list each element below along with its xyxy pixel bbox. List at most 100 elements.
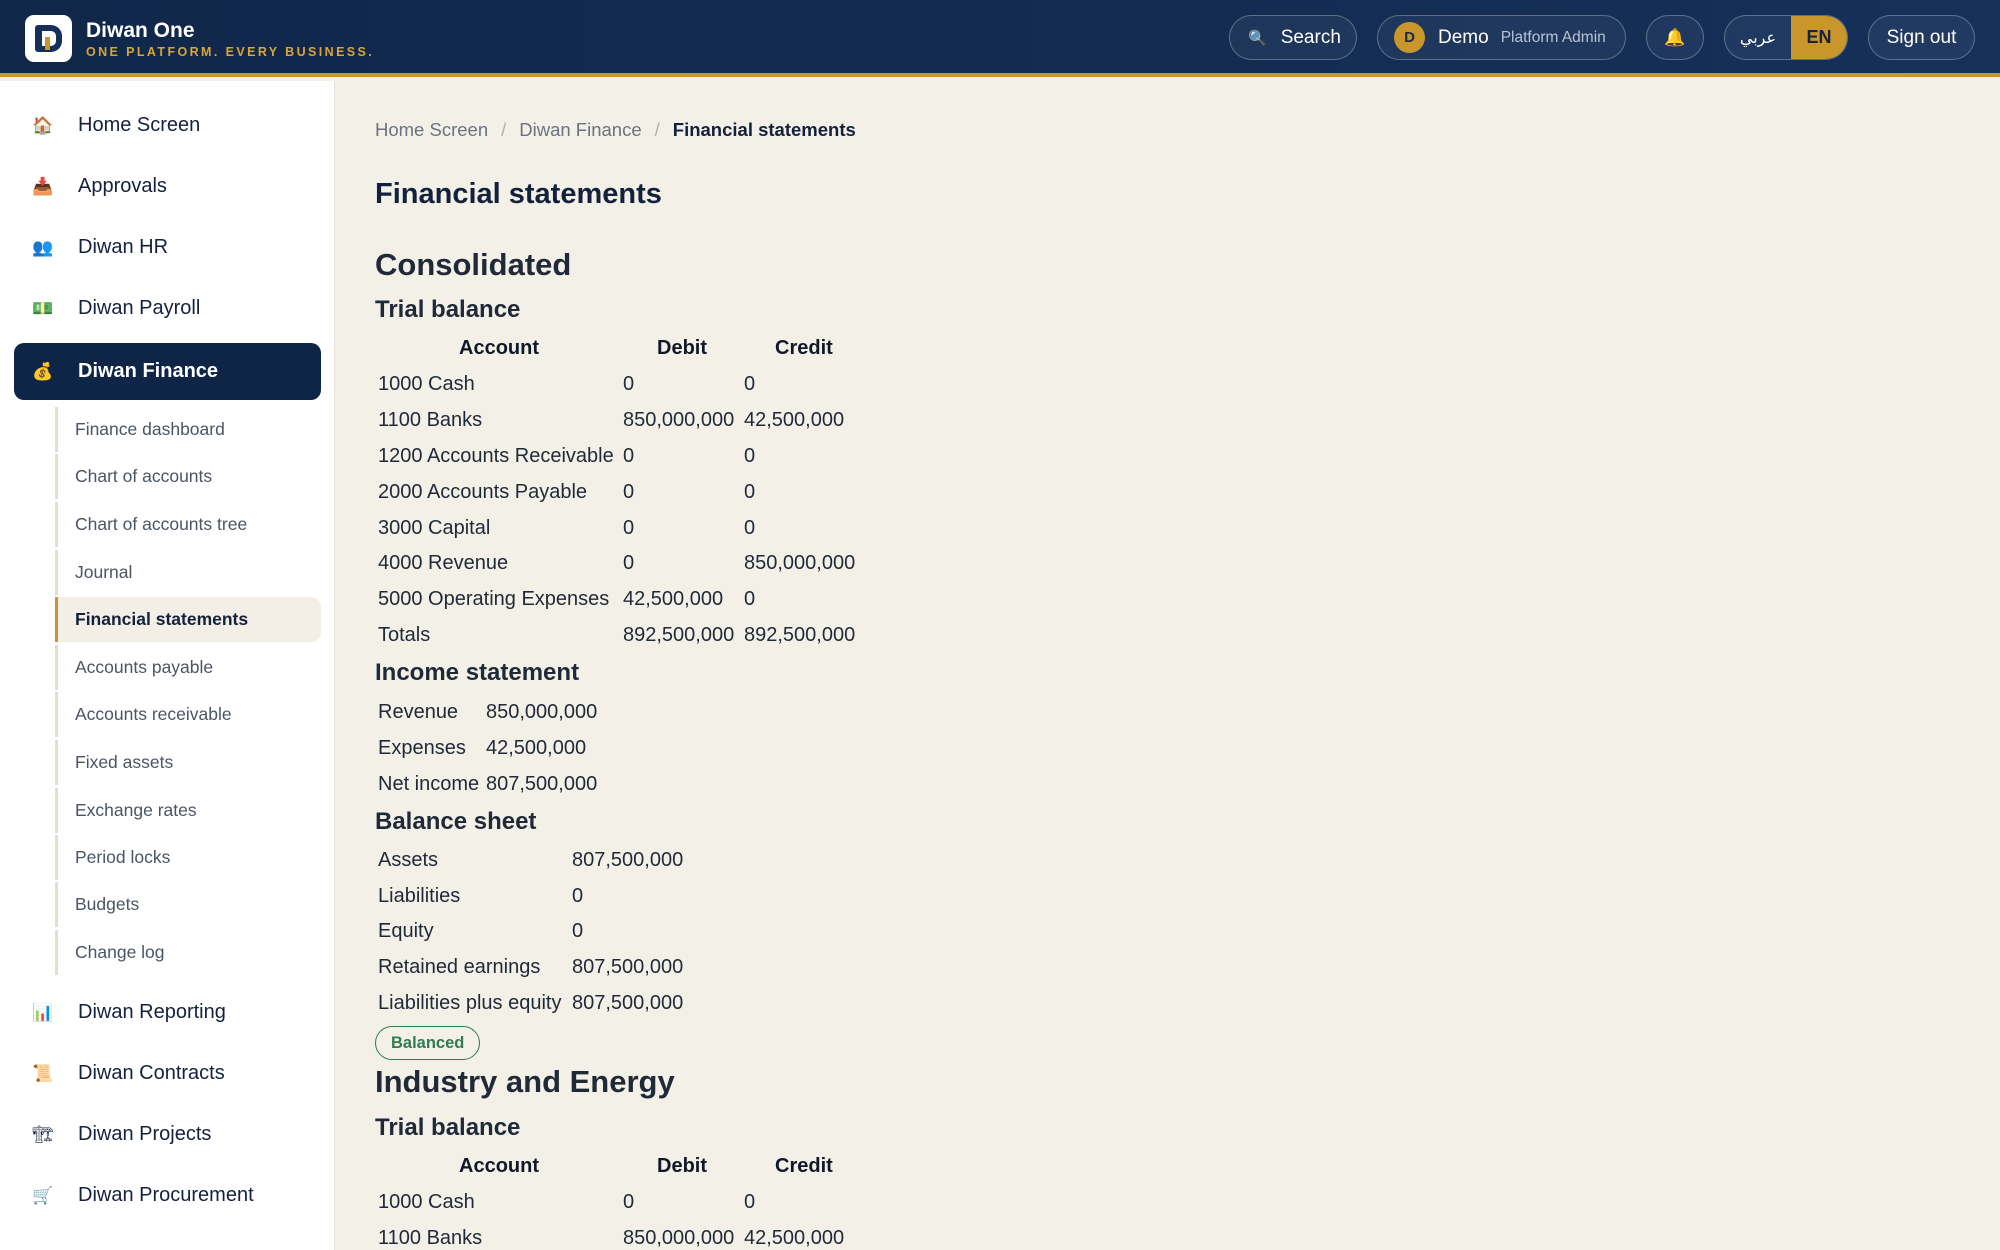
user-role: Platform Admin [1500,28,1606,46]
sidebar: 🏠 Home Screen 📥 Approvals 👥 Diwan HR 💵 D… [0,81,335,1250]
account-cell: 4000 Revenue [378,552,509,574]
balance-label: Liabilities plus equity [378,992,562,1014]
account-cell: 1200 Accounts Receivable [378,445,614,467]
page-title: Financial statements [375,178,662,210]
logo-icon [25,15,72,62]
user-menu[interactable]: D Demo Platform Admin [1377,15,1626,60]
avatar: D [1394,22,1425,53]
people-icon: 👥 [32,237,54,257]
user-name: Demo [1438,26,1489,48]
credit-cell: 0 [744,373,756,395]
brand[interactable]: Diwan One ONE PLATFORM. EVERY BUSINESS. [25,15,374,62]
scroll-icon: 📜 [32,1063,54,1083]
sidebar-item-projects[interactable]: 🏗 Diwan Projects [14,1106,321,1163]
sidebar-item-hr[interactable]: 👥 Diwan HR [14,219,321,276]
sidebar-item-label: Approvals [78,175,167,197]
income-label: Net income [378,773,480,795]
credit-cell: 0 [744,445,756,467]
balance-value: 0 [572,920,584,942]
income-statement-title: Income statement [375,659,580,686]
subnav-finance-dashboard[interactable]: Finance dashboard [55,407,321,452]
trial-balance-title: Trial balance [375,296,521,323]
sidebar-item-payroll[interactable]: 💵 Diwan Payroll [14,280,321,337]
credit-cell: 0 [744,481,756,503]
subnav-journal[interactable]: Journal [55,550,321,595]
debit-cell: 0 [623,373,635,395]
bar-chart-icon: 📊 [32,1002,54,1022]
debit-cell: 850,000,000 [623,409,735,431]
subnav-exchange-rates[interactable]: Exchange rates [55,788,321,833]
balance-value: 807,500,000 [572,956,684,978]
sidebar-item-label: Diwan Finance [78,360,219,382]
inbox-tray-icon: 📥 [32,176,54,196]
subnav-period-locks[interactable]: Period locks [55,835,321,880]
debit-cell: 0 [623,445,635,467]
lang-arabic-button[interactable]: عربي [1725,16,1791,59]
credit-cell: 0 [744,1191,756,1213]
sidebar-item-approvals[interactable]: 📥 Approvals [14,158,321,215]
search-button[interactable]: 🔍 Search [1229,15,1357,60]
sidebar-item-label: Diwan HR [78,236,169,258]
language-switcher: عربي EN [1724,15,1848,60]
account-cell: 2000 Accounts Payable [378,481,588,503]
income-value: 807,500,000 [486,773,598,795]
subnav-budgets[interactable]: Budgets [55,882,321,927]
column-header-debit: Debit [657,1155,707,1177]
subnav-chart-of-accounts[interactable]: Chart of accounts [55,454,321,499]
balance-label: Assets [378,849,439,871]
lang-english-button[interactable]: EN [1790,16,1847,59]
sidebar-item-contracts[interactable]: 📜 Diwan Contracts [14,1045,321,1102]
credit-cell: 42,500,000 [744,409,845,431]
notifications-button[interactable]: 🔔 [1646,15,1704,60]
sign-out-button[interactable]: Sign out [1868,15,1975,60]
brand-name: Diwan One [86,18,195,42]
subnav-change-log[interactable]: Change log [55,930,321,975]
account-cell: 1000 Cash [378,373,475,395]
house-icon: 🏠 [32,115,54,135]
brand-tagline: ONE PLATFORM. EVERY BUSINESS. [86,44,375,59]
credit-cell: 0 [744,588,756,610]
breadcrumb-current: Financial statements [672,119,856,140]
debit-cell: 0 [623,1191,635,1213]
breadcrumb-home[interactable]: Home Screen [375,119,488,141]
sidebar-item-label: Diwan Projects [78,1123,212,1145]
subnav-chart-of-accounts-tree[interactable]: Chart of accounts tree [55,502,321,547]
column-header-account: Account [459,337,539,359]
sidebar-item-finance[interactable]: 💰 Diwan Finance [14,343,321,400]
column-header-credit: Credit [775,337,833,359]
search-icon: 🔍 [1248,29,1267,47]
credit-cell: 0 [744,517,756,539]
cart-icon: 🛒 [32,1185,54,1205]
subnav-fixed-assets[interactable]: Fixed assets [55,740,321,785]
credit-cell: 42,500,000 [744,1227,845,1249]
balance-value: 807,500,000 [572,992,684,1014]
debit-cell: 0 [623,517,635,539]
total-debit: 892,500,000 [623,624,735,646]
subnav-financial-statements[interactable]: Financial statements [55,597,321,642]
entity-title-industry: Industry and Energy [375,1064,675,1099]
sidebar-item-label: Diwan Reporting [78,1001,226,1023]
sidebar-item-home[interactable]: 🏠 Home Screen [14,97,321,154]
column-header-debit: Debit [657,337,707,359]
account-cell: 1100 Banks [378,1227,483,1249]
top-bar: Diwan One ONE PLATFORM. EVERY BUSINESS. … [0,0,2000,77]
income-value: 42,500,000 [486,737,587,759]
balance-value: 0 [572,885,584,907]
subnav-accounts-receivable[interactable]: Accounts receivable [55,692,321,737]
trial-balance-title: Trial balance [375,1114,521,1141]
subnav-accounts-payable[interactable]: Accounts payable [55,645,321,690]
search-label: Search [1280,26,1341,48]
money-bag-icon: 💰 [32,361,54,381]
sidebar-item-reporting[interactable]: 📊 Diwan Reporting [14,984,321,1041]
sidebar-item-label: Diwan Payroll [78,297,201,319]
account-cell: 1100 Banks [378,409,483,431]
income-label: Revenue [378,701,459,723]
debit-cell: 850,000,000 [623,1227,735,1249]
breadcrumb-finance[interactable]: Diwan Finance [519,119,641,141]
debit-cell: 42,500,000 [623,588,724,610]
balance-label: Equity [378,920,434,942]
sidebar-item-procurement[interactable]: 🛒 Diwan Procurement [14,1167,321,1224]
debit-cell: 0 [623,552,635,574]
account-cell: 3000 Capital [378,517,491,539]
balance-label: Retained earnings [378,956,541,978]
